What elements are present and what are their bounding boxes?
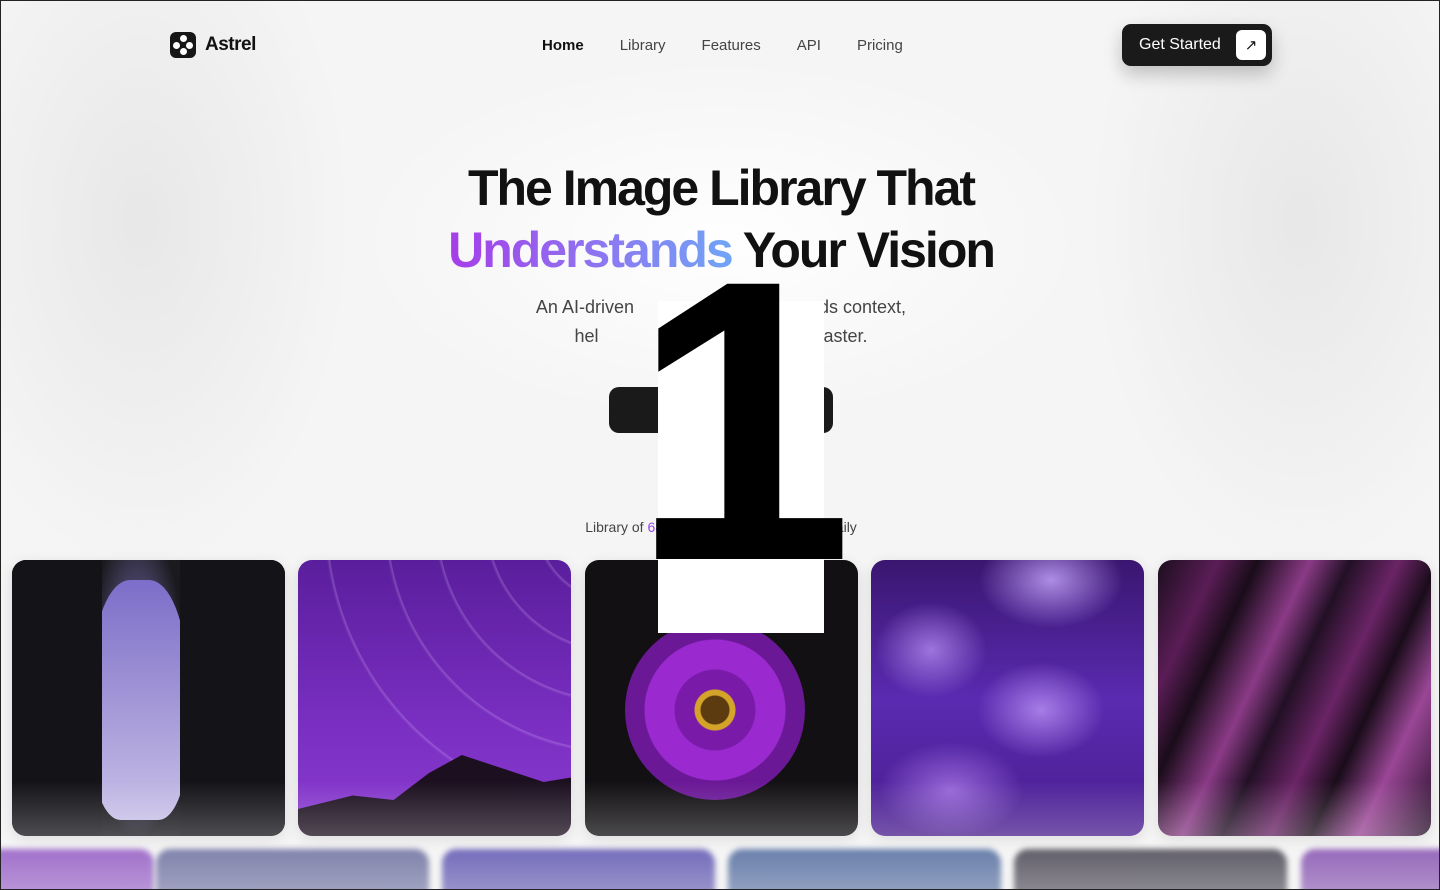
subtitle-line1: An AI-driven	[535, 297, 639, 317]
nav-library[interactable]: Library	[620, 37, 666, 54]
bottom-fade	[1, 781, 1439, 889]
main-nav: Home Library Features API Pricing	[542, 37, 939, 54]
subtitle-line2: hel	[574, 326, 599, 346]
nav-features[interactable]: Features	[702, 37, 761, 54]
arrow-up-right-icon: ↗	[1236, 30, 1266, 60]
page: Astrel Home Library Features API Pricing…	[0, 0, 1440, 890]
get-started-label: Get Started	[1139, 36, 1221, 53]
nav-home[interactable]: Home	[542, 37, 584, 54]
nav-api[interactable]: API	[797, 37, 821, 54]
brand-name: Astrel	[205, 34, 256, 55]
brand-logo[interactable]: Astrel	[170, 32, 256, 58]
flower-logo-icon	[170, 32, 196, 58]
nav-pricing[interactable]: Pricing	[857, 37, 903, 54]
overlay-number: 1	[631, 197, 853, 644]
get-started-button[interactable]: Get Started ↗	[1122, 24, 1272, 66]
